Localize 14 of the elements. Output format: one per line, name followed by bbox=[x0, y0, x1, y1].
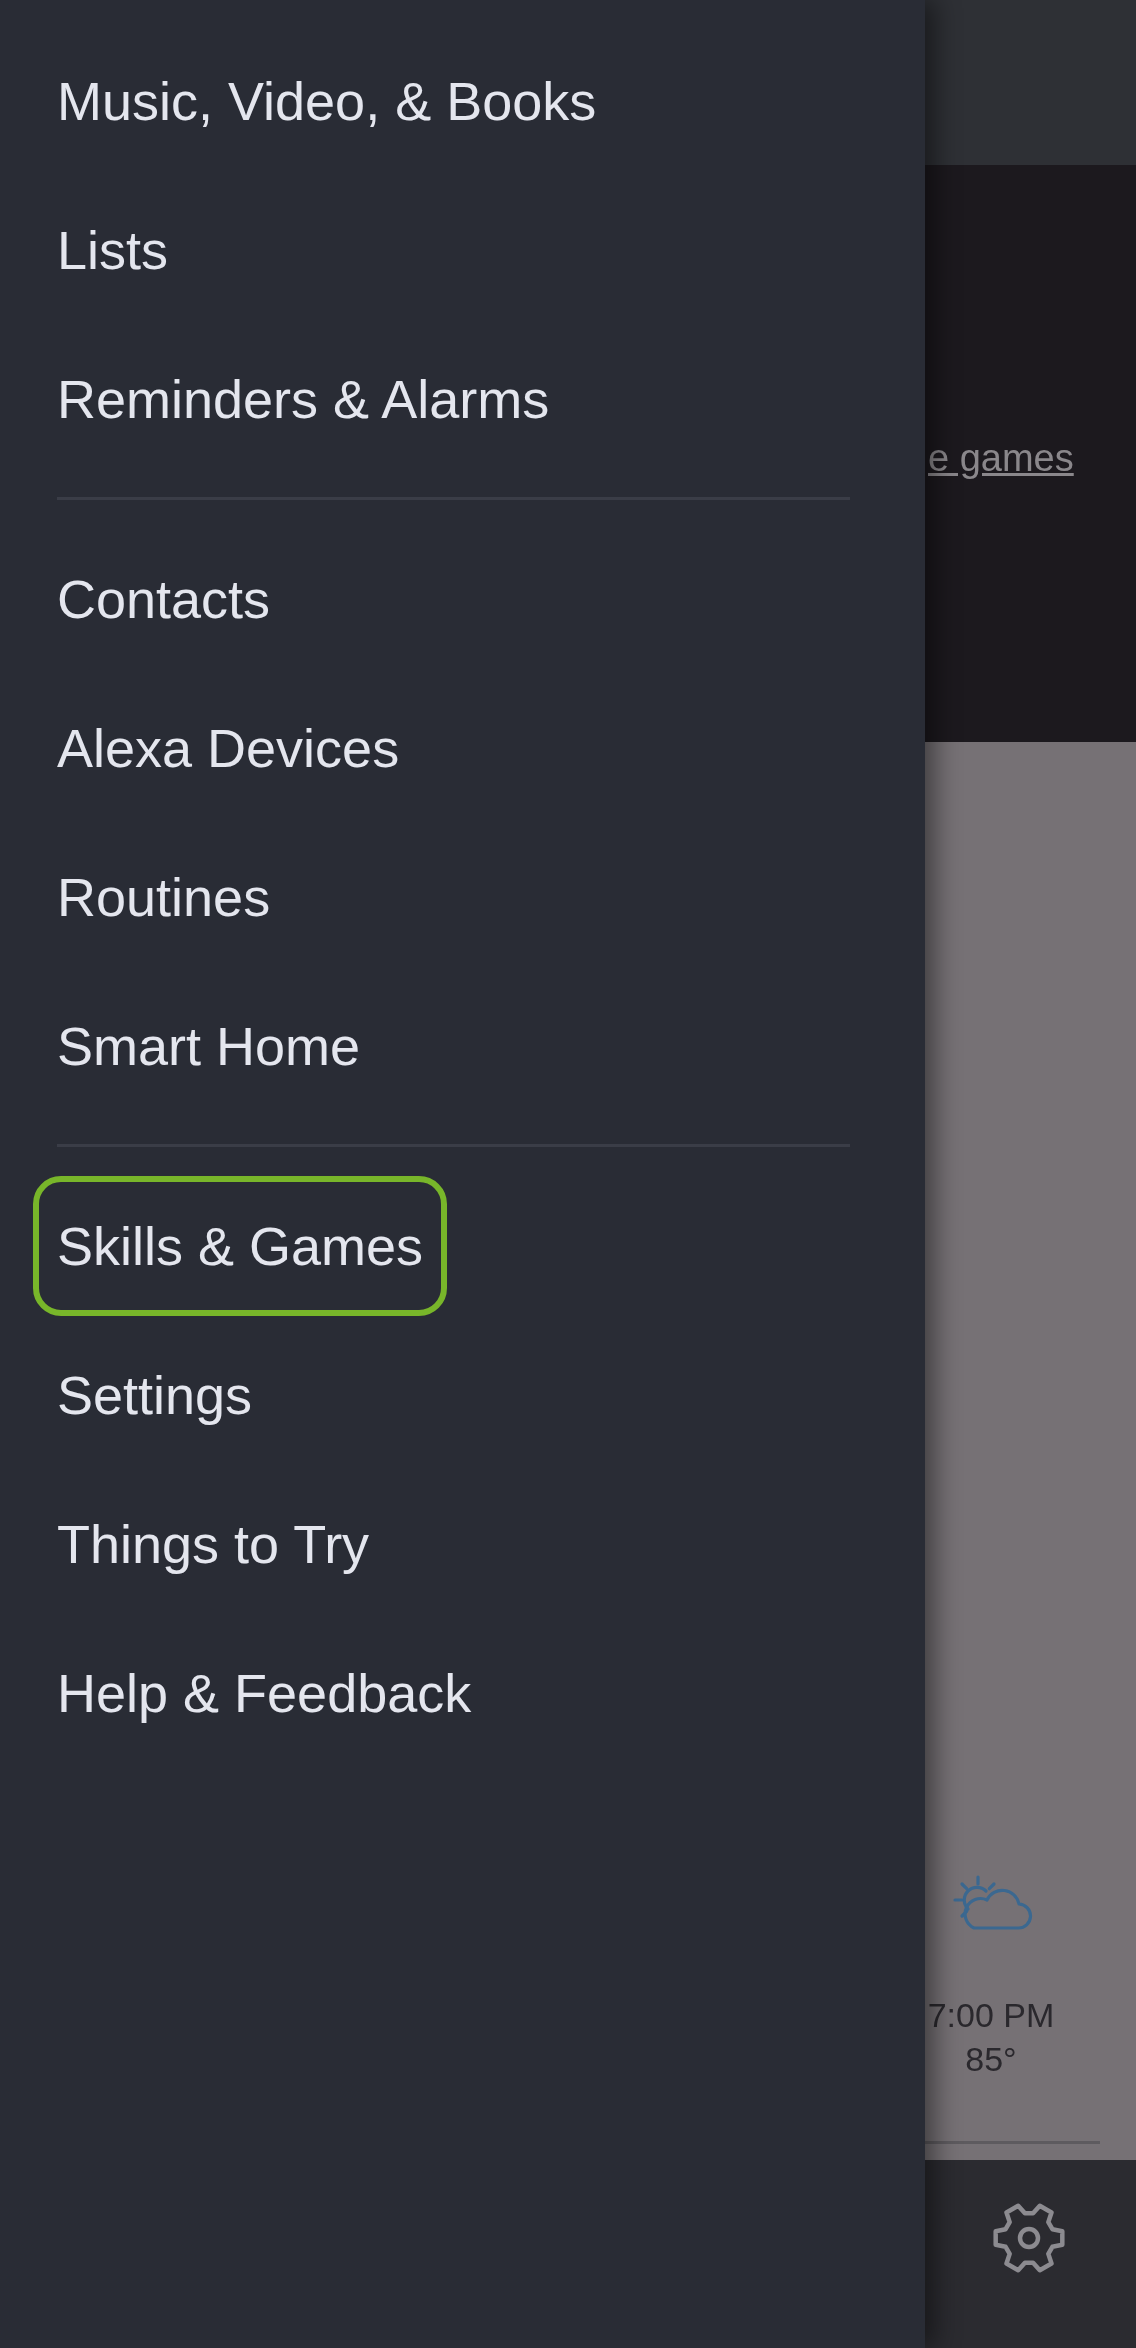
menu-item[interactable]: Reminders & Alarms bbox=[57, 367, 550, 430]
menu-item[interactable]: Lists bbox=[57, 218, 169, 281]
menu-item[interactable]: Alexa Devices bbox=[57, 716, 400, 779]
menu-item[interactable]: Routines bbox=[57, 865, 271, 928]
menu-item[interactable]: Help & Feedback bbox=[57, 1661, 472, 1724]
menu-item[interactable]: Settings bbox=[57, 1363, 253, 1426]
forecast-time: 7:00 PM bbox=[927, 1995, 1055, 2035]
menu-item[interactable]: Smart Home bbox=[57, 1014, 361, 1077]
menu-item[interactable]: Things to Try bbox=[57, 1512, 370, 1575]
menu-item[interactable]: Music, Video, & Books bbox=[57, 69, 597, 132]
menu-item[interactable]: Skills & Games bbox=[33, 1175, 448, 1316]
menu-item[interactable]: Contacts bbox=[57, 567, 271, 630]
forecast-temperature: 85° bbox=[965, 2039, 1017, 2079]
text-link[interactable]: e games bbox=[928, 438, 1074, 478]
